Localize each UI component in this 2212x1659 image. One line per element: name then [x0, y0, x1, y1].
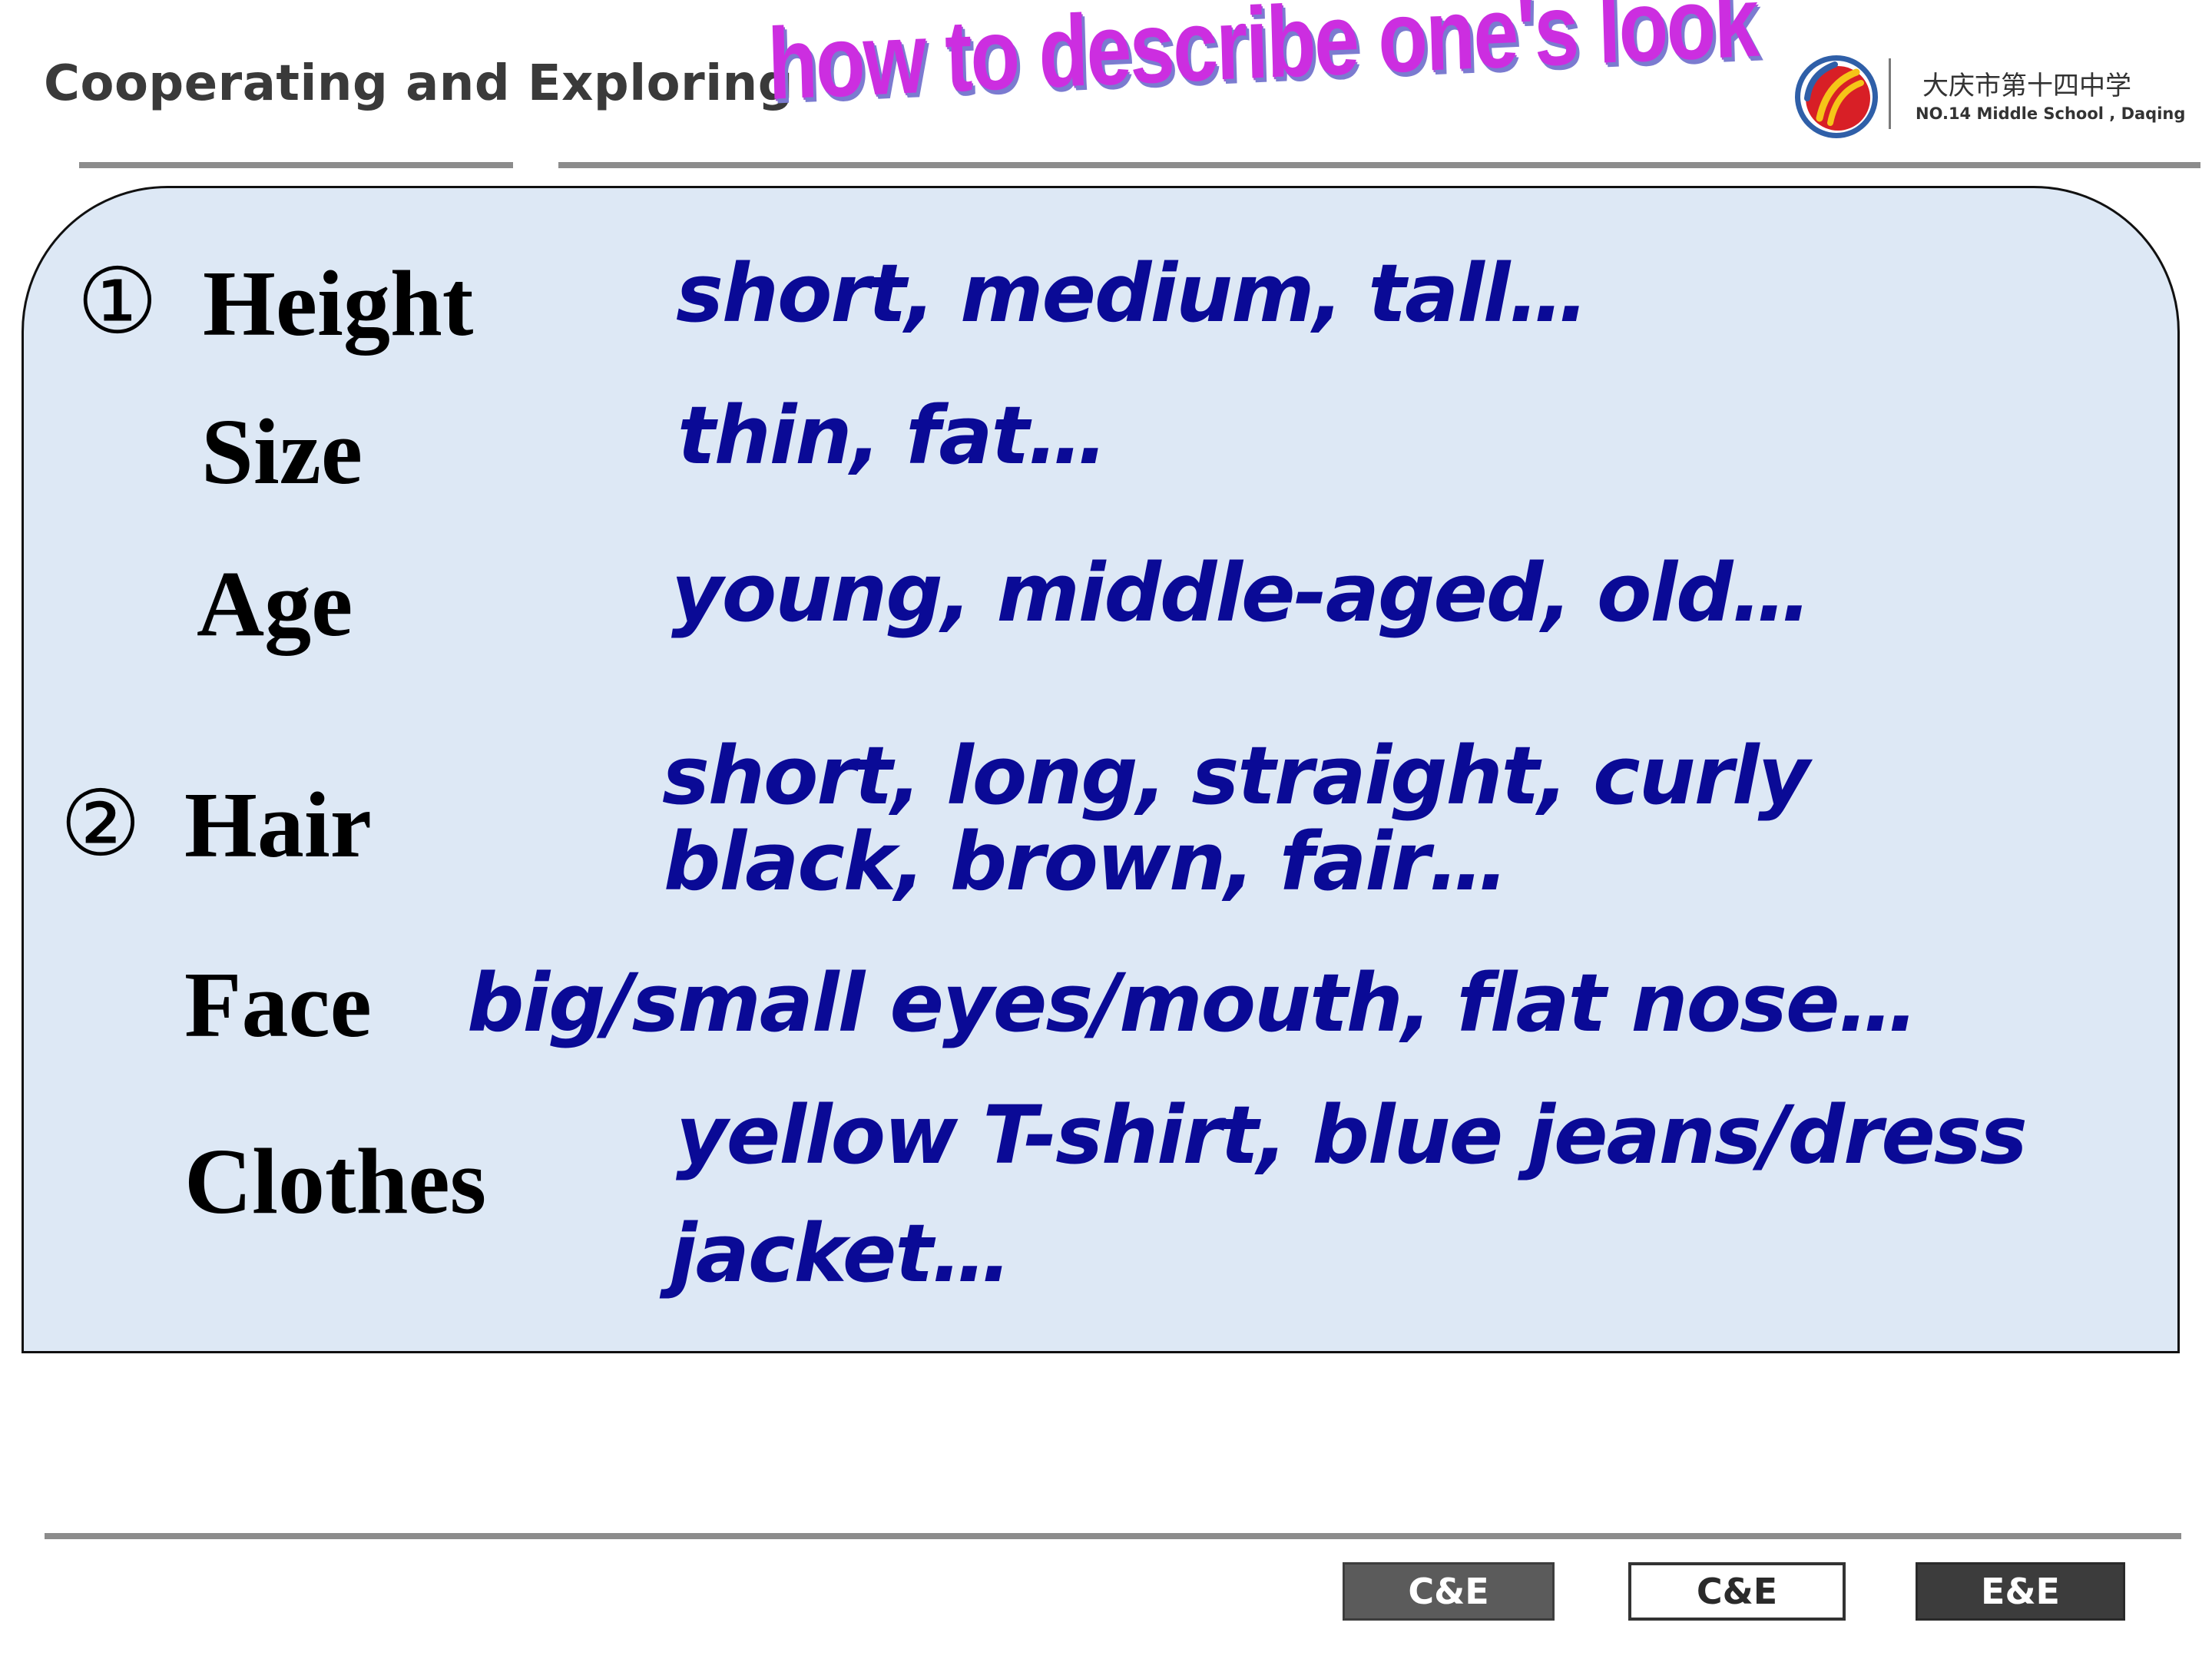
nav-button-c-and-e-1[interactable]: C&E: [1343, 1562, 1555, 1621]
category-size: Size: [201, 400, 363, 504]
logo-divider: [1889, 58, 1891, 129]
values-hair-line-2: black, brown, fair…: [664, 815, 1508, 909]
page-title-wordart: how to describe one's look: [766, 0, 1759, 121]
nav-button-c-and-e-2[interactable]: C&E: [1628, 1562, 1846, 1621]
values-hair-line-1: short, long, straight, curly: [662, 729, 1810, 823]
school-name-en: NO.14 Middle School , Daqing: [1916, 104, 2186, 123]
category-hair: Hair: [184, 773, 372, 877]
values-clothes-line-2: jacket…: [670, 1207, 1012, 1300]
values-size: thin, fat…: [677, 389, 1108, 482]
category-face: Face: [184, 953, 372, 1057]
values-age: young, middle-aged, old…: [671, 546, 1812, 640]
group-marker-2: ②: [60, 770, 141, 876]
footer-rule: [45, 1533, 2181, 1539]
values-clothes-line-1: yellow T-shirt, blue jeans/dress: [676, 1088, 2028, 1182]
school-logo-icon: [1792, 52, 1881, 141]
category-age: Age: [197, 552, 353, 656]
nav-button-e-and-e[interactable]: E&E: [1916, 1562, 2125, 1621]
header-rule-right: [558, 162, 2200, 168]
section-title: Cooperating and Exploring: [44, 55, 793, 112]
category-clothes: Clothes: [184, 1130, 487, 1233]
header-rule-left: [79, 162, 513, 168]
values-height: short, medium, tall…: [676, 247, 1588, 340]
values-face: big/small eyes/mouth, flat nose…: [467, 956, 1918, 1050]
group-marker-1: ①: [77, 248, 158, 354]
school-name-cn: 大庆市第十四中学: [1922, 71, 2131, 101]
category-height: Height: [203, 252, 474, 356]
